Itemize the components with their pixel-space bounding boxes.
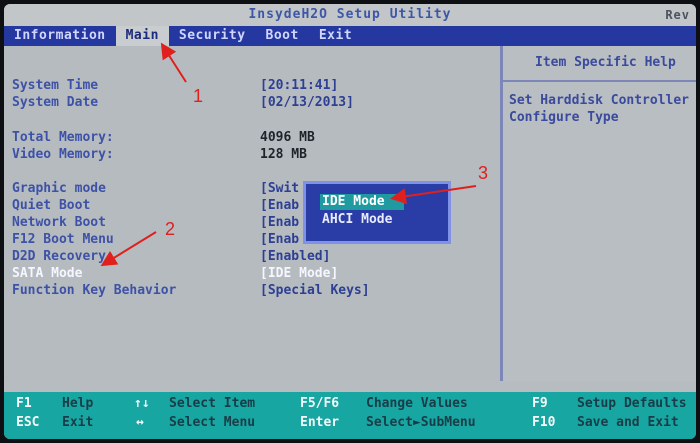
annotation-arrows <box>100 42 477 267</box>
arrow-to-ide-mode <box>390 185 477 205</box>
arrow-to-main-menu <box>160 42 187 83</box>
arrow-to-sata-mode <box>100 231 157 267</box>
